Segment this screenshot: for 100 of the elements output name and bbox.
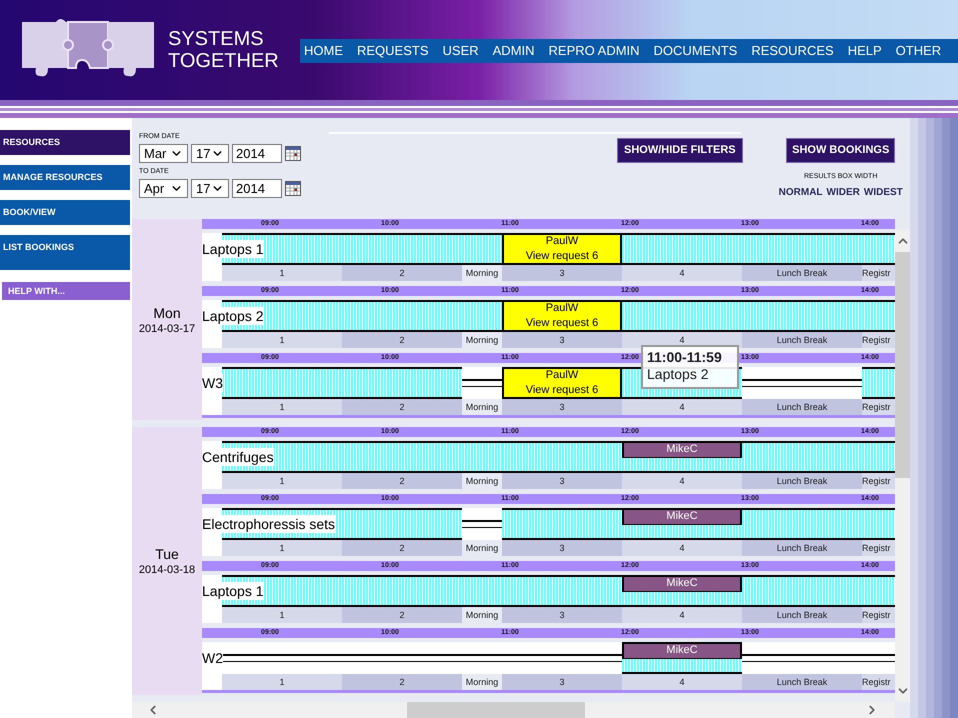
period-cell: Morning	[462, 674, 502, 690]
free-slot[interactable]	[742, 441, 862, 473]
free-slot[interactable]	[742, 508, 862, 540]
month-select[interactable]: Apr	[139, 179, 188, 198]
booking-user: PaulW	[546, 368, 578, 383]
period-cell: 2	[342, 473, 462, 489]
booking-block[interactable]: PaulW View request 6	[502, 367, 622, 399]
period-cell: 2	[342, 674, 462, 690]
free-slot[interactable]	[342, 233, 462, 265]
free-slot[interactable]	[502, 508, 622, 540]
booking-block[interactable]: MikeC	[622, 443, 742, 458]
view-request-link[interactable]: View request 6	[526, 249, 598, 264]
free-slot[interactable]	[222, 367, 342, 399]
show-hide-filters-button[interactable]: SHOW/HIDE FILTERS	[617, 138, 743, 163]
show-bookings-button[interactable]: SHOW BOOKINGS	[786, 138, 896, 163]
free-slot[interactable]	[342, 441, 462, 473]
width-option[interactable]: WIDER	[826, 185, 860, 200]
period-cell: Lunch Break	[742, 674, 862, 690]
free-slot[interactable]	[862, 367, 895, 399]
scroll-thumb[interactable]	[407, 702, 585, 718]
nav-link[interactable]: HELP	[848, 41, 882, 61]
sidebar-item[interactable]: RESOURCES	[0, 130, 130, 155]
period-cell: Registr	[862, 473, 895, 489]
scroll-thumb[interactable]	[895, 252, 910, 478]
sidebar-item[interactable]: LIST BOOKINGS	[0, 235, 130, 270]
period-cell: Morning	[462, 399, 502, 415]
booking-block[interactable]: MikeC	[622, 510, 742, 525]
booking-block[interactable]: PaulW View request 6	[502, 300, 622, 332]
period-cell: Morning	[462, 607, 502, 623]
period-cell: 4	[622, 674, 742, 690]
period-cell: Morning	[462, 473, 502, 489]
free-slot[interactable]	[862, 508, 895, 540]
period-cell: 4	[622, 265, 742, 281]
calendar-icon[interactable]	[285, 181, 301, 196]
period-cell: 1	[222, 674, 342, 690]
period-cell: 4	[622, 540, 742, 556]
month-select[interactable]: Mar	[139, 144, 188, 163]
view-request-link[interactable]: View request 6	[526, 316, 598, 331]
calendar-icon[interactable]	[285, 146, 301, 161]
sidebar-item[interactable]: HELP WITH...	[2, 282, 130, 300]
free-slot[interactable]	[862, 441, 895, 473]
free-slot[interactable]	[622, 300, 742, 332]
resource-name: W3	[202, 374, 223, 392]
year-field[interactable]: 2014	[232, 144, 282, 163]
period-cell: 3	[502, 607, 622, 623]
free-slot[interactable]	[862, 575, 895, 607]
day-select[interactable]: 17	[191, 144, 229, 163]
period-cell: Registr	[862, 540, 895, 556]
year-field[interactable]: 2014	[232, 179, 282, 198]
period-cell: Lunch Break	[742, 399, 862, 415]
period-cell: Registr	[862, 607, 895, 623]
period-cell: 4	[622, 399, 742, 415]
free-slot[interactable]	[622, 233, 742, 265]
period-cell: 1	[222, 540, 342, 556]
sidebar-item[interactable]: MANAGE RESOURCES	[0, 165, 130, 190]
free-slot[interactable]	[502, 575, 622, 607]
period-cell: Registr	[862, 332, 895, 348]
tooltip-resource: Laptops 2	[647, 366, 710, 383]
free-slot[interactable]	[342, 367, 462, 399]
nav-link[interactable]: ADMIN	[492, 41, 535, 61]
booking-block[interactable]: PaulW View request 6	[502, 233, 622, 265]
free-slot[interactable]	[502, 441, 622, 473]
free-slot[interactable]	[462, 441, 502, 473]
day-select[interactable]: 17	[191, 179, 229, 198]
free-slot[interactable]	[342, 300, 462, 332]
nav-link[interactable]: RESOURCES	[751, 41, 834, 61]
booking-block[interactable]: MikeC	[622, 577, 742, 592]
nav-link[interactable]: HOME	[304, 41, 343, 61]
free-slot[interactable]	[462, 233, 502, 265]
period-cell: 1	[222, 473, 342, 489]
free-slot[interactable]	[342, 575, 462, 607]
width-option[interactable]: NORMAL	[778, 185, 823, 200]
period-cell: 2	[342, 399, 462, 415]
nav-link[interactable]: DOCUMENTS	[654, 41, 738, 61]
nav-link[interactable]: OTHER	[896, 41, 942, 61]
booking-block[interactable]: MikeC	[622, 644, 742, 659]
free-slot[interactable]	[462, 575, 502, 607]
nav-link[interactable]: REQUESTS	[357, 41, 429, 61]
sidebar-item[interactable]: BOOK/VIEW	[0, 200, 130, 225]
width-option[interactable]: WIDEST	[864, 185, 903, 200]
period-cell: Lunch Break	[742, 540, 862, 556]
period-cell: 2	[342, 265, 462, 281]
horizontal-scrollbar[interactable]	[132, 702, 895, 718]
vertical-scrollbar[interactable]	[895, 230, 910, 702]
resource-name: Electrophoressis sets	[202, 515, 336, 533]
free-slot[interactable]	[742, 575, 862, 607]
period-cell: 3	[502, 674, 622, 690]
free-slot[interactable]	[342, 508, 462, 540]
period-cell: Registr	[862, 399, 895, 415]
free-slot[interactable]	[742, 300, 862, 332]
free-slot[interactable]	[742, 233, 862, 265]
nav-link[interactable]: USER	[442, 41, 479, 61]
free-slot[interactable]	[862, 233, 895, 265]
free-slot[interactable]	[862, 300, 895, 332]
nav-link[interactable]: REPRO ADMIN	[548, 41, 640, 61]
free-slot[interactable]	[462, 300, 502, 332]
period-cell: 1	[222, 332, 342, 348]
view-request-link[interactable]: View request 6	[526, 383, 598, 398]
tooltip-time: 11:00-11:59	[647, 349, 723, 366]
period-cell: Morning	[462, 540, 502, 556]
